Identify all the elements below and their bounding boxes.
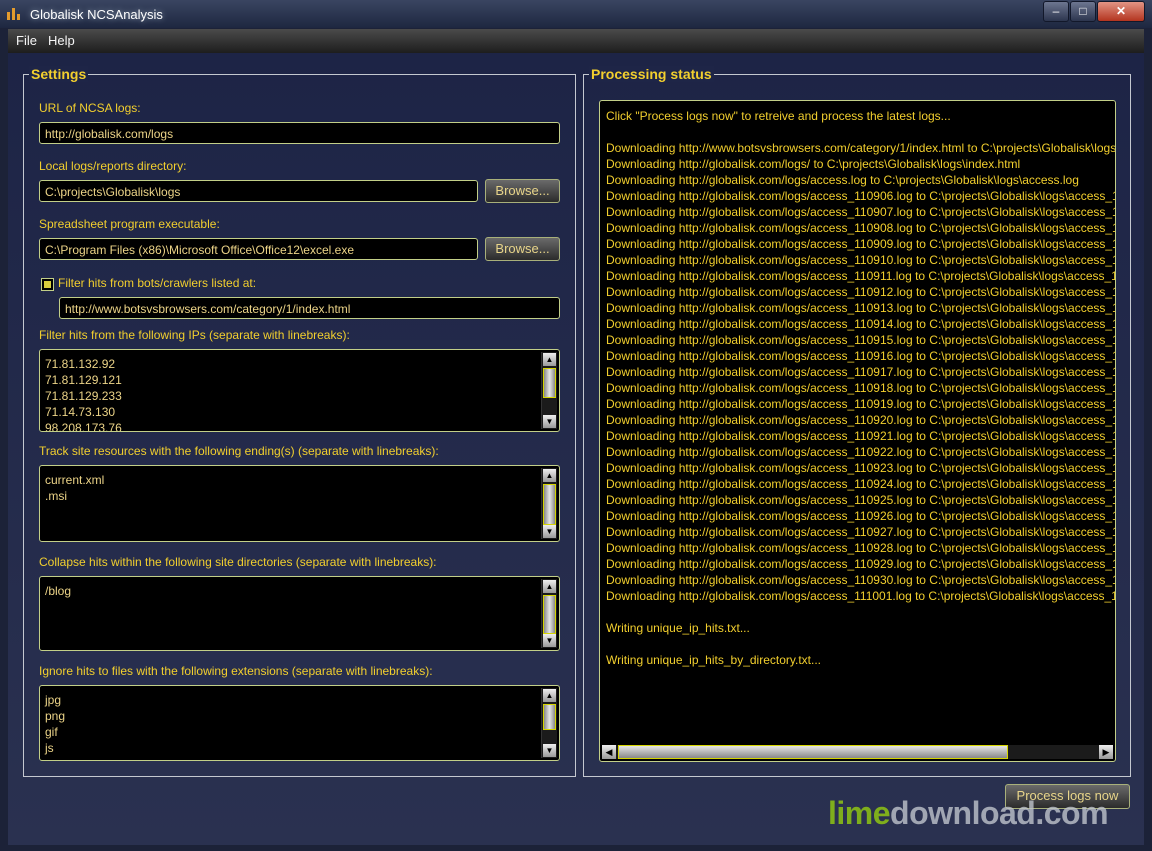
filter-ips-text: 71.81.132.92 71.81.129.121 71.81.129.233…	[45, 357, 122, 432]
scroll-thumb[interactable]	[543, 368, 556, 398]
scroll-down-icon[interactable]: ▼	[543, 415, 556, 428]
menu-file[interactable]: File	[16, 33, 37, 48]
filter-ips-textarea[interactable]: 71.81.132.92 71.81.129.121 71.81.129.233…	[39, 349, 560, 432]
scroll-down-icon[interactable]: ▼	[543, 525, 556, 538]
url-input[interactable]: http://globalisk.com/logs	[39, 122, 560, 144]
directory-label: Local logs/reports directory:	[39, 159, 187, 173]
maximize-button[interactable]: □	[1070, 1, 1096, 22]
bots-url-input[interactable]: http://www.botsvsbrowsers.com/category/1…	[59, 297, 560, 319]
collapse-dirs-label: Collapse hits within the following site …	[39, 555, 437, 569]
spreadsheet-input[interactable]: C:\Program Files (x86)\Microsoft Office\…	[39, 238, 478, 260]
collapse-dirs-text: /blog	[45, 584, 72, 598]
filter-bots-checkbox[interactable]	[41, 278, 54, 291]
track-endings-text: current.xml .msi	[45, 473, 105, 503]
filter-bots-label: Filter hits from bots/crawlers listed at…	[58, 276, 257, 290]
ignore-ext-label: Ignore hits to files with the following …	[39, 664, 433, 678]
status-log-box[interactable]: Click "Process logs now" to retreive and…	[599, 100, 1116, 762]
url-label: URL of NCSA logs:	[39, 101, 141, 115]
status-horizontal-scrollbar[interactable]: ◀ ▶	[602, 745, 1113, 759]
minimize-button[interactable]: –	[1043, 1, 1069, 22]
scroll-up-icon[interactable]: ▲	[543, 469, 556, 482]
scroll-down-icon[interactable]: ▼	[543, 634, 556, 647]
scroll-thumb[interactable]	[618, 745, 1008, 759]
scroll-up-icon[interactable]: ▲	[543, 689, 556, 702]
browse-spreadsheet-button[interactable]: Browse...	[485, 237, 560, 261]
app-icon	[7, 6, 23, 20]
checkbox-check-icon	[44, 281, 51, 288]
scroll-up-icon[interactable]: ▲	[543, 353, 556, 366]
scroll-thumb[interactable]	[543, 704, 556, 730]
collapse-dirs-textarea[interactable]: /blog ▲ ▼	[39, 576, 560, 651]
settings-title: Settings	[29, 66, 89, 82]
processing-status-title: Processing status	[589, 66, 714, 82]
directory-input[interactable]: C:\projects\Globalisk\logs	[39, 180, 478, 202]
track-endings-textarea[interactable]: current.xml .msi ▲ ▼	[39, 465, 560, 542]
status-log-text: Click "Process logs now" to retreive and…	[606, 109, 1116, 667]
scroll-right-icon[interactable]: ▶	[1099, 745, 1113, 759]
filter-ips-scrollbar[interactable]: ▲ ▼	[541, 352, 557, 429]
watermark-logo: limedownload.com	[828, 795, 1109, 831]
filter-ips-label: Filter hits from the following IPs (sepa…	[39, 328, 350, 342]
title-bar: Globalisk NCSAnalysis – □ ✕	[0, 0, 1152, 28]
track-endings-scrollbar[interactable]: ▲ ▼	[541, 468, 557, 539]
window-title: Globalisk NCSAnalysis	[30, 7, 163, 22]
spreadsheet-label: Spreadsheet program executable:	[39, 217, 220, 231]
collapse-dirs-scrollbar[interactable]: ▲ ▼	[541, 579, 557, 648]
ignore-ext-textarea[interactable]: jpg png gif js ▲ ▼	[39, 685, 560, 761]
menu-bar: File Help	[8, 29, 1144, 53]
scroll-left-icon[interactable]: ◀	[602, 745, 616, 759]
menu-help[interactable]: Help	[48, 33, 75, 48]
main-content: Settings URL of NCSA logs: http://global…	[8, 53, 1144, 845]
track-endings-label: Track site resources with the following …	[39, 444, 439, 458]
browse-directory-button[interactable]: Browse...	[485, 179, 560, 203]
scroll-down-icon[interactable]: ▼	[543, 744, 556, 757]
close-button[interactable]: ✕	[1097, 1, 1145, 22]
settings-group: Settings URL of NCSA logs: http://global…	[23, 66, 576, 777]
ignore-ext-scrollbar[interactable]: ▲ ▼	[541, 688, 557, 758]
scroll-up-icon[interactable]: ▲	[543, 580, 556, 593]
scroll-thumb[interactable]	[543, 595, 556, 634]
ignore-ext-text: jpg png gif js	[45, 693, 66, 755]
scroll-thumb[interactable]	[543, 484, 556, 525]
